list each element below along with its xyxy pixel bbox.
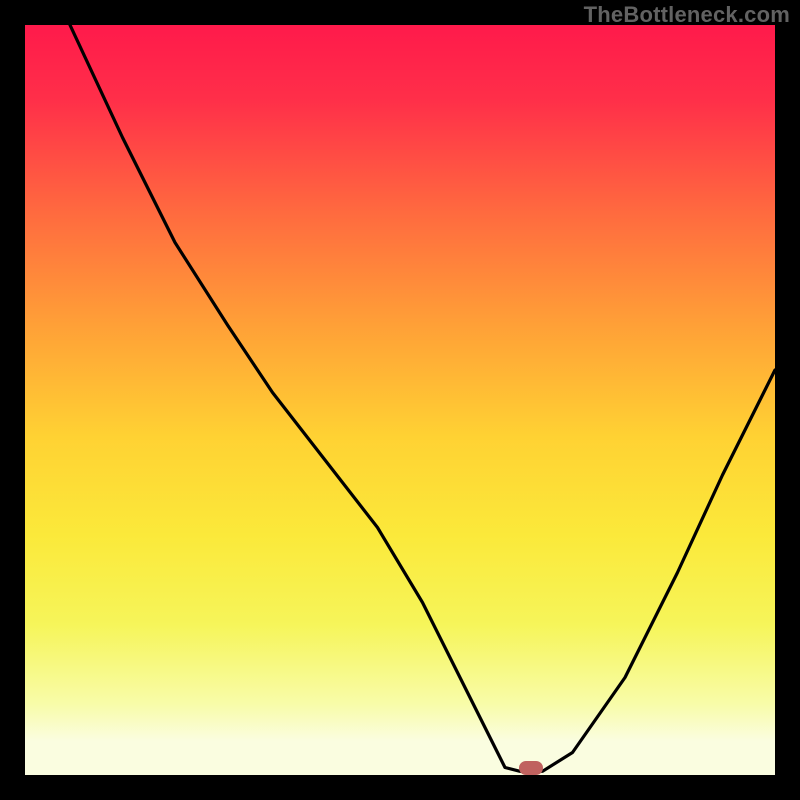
curve-path [25, 25, 775, 771]
bottleneck-curve [25, 25, 775, 775]
watermark-text: TheBottleneck.com [584, 2, 790, 28]
chart-frame: TheBottleneck.com [0, 0, 800, 800]
optimal-marker [519, 761, 543, 775]
plot-area [25, 25, 775, 775]
